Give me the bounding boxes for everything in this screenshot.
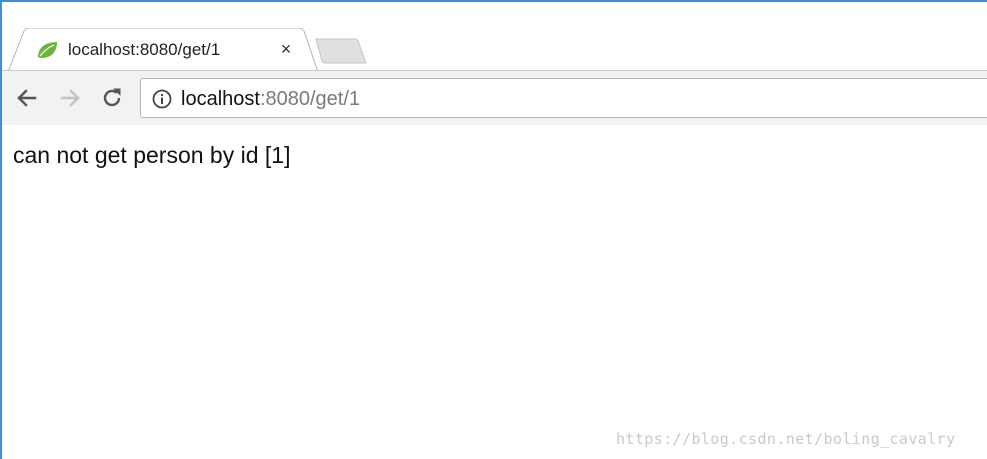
info-icon[interactable] bbox=[151, 88, 173, 110]
browser-toolbar: localhost:8080/get/1 bbox=[2, 70, 987, 126]
page-viewport: can not get person by id [1] https://blo… bbox=[2, 125, 987, 459]
arrow-left-icon bbox=[17, 89, 37, 107]
back-button[interactable] bbox=[14, 85, 40, 111]
url-path: :8080/get/1 bbox=[259, 88, 361, 110]
forward-button[interactable] bbox=[57, 85, 83, 111]
reload-button[interactable] bbox=[99, 85, 125, 111]
tab-strip: localhost:8080/get/1 × bbox=[2, 2, 987, 72]
tab-active[interactable]: localhost:8080/get/1 × bbox=[8, 28, 318, 72]
address-bar[interactable]: localhost:8080/get/1 bbox=[140, 78, 987, 118]
reload-icon bbox=[103, 88, 121, 107]
url-host: localhost bbox=[181, 88, 260, 110]
spring-leaf-icon bbox=[35, 40, 59, 60]
watermark: https://blog.csdn.net/boling_cavalry bbox=[616, 430, 956, 448]
url-text: localhost:8080/get/1 bbox=[181, 88, 360, 111]
arrow-right-icon bbox=[60, 89, 80, 107]
tab-title: localhost:8080/get/1 bbox=[68, 40, 221, 59]
new-tab-button[interactable] bbox=[312, 37, 368, 65]
tab-close-icon[interactable]: × bbox=[278, 39, 294, 59]
error-message: can not get person by id [1] bbox=[13, 142, 291, 168]
